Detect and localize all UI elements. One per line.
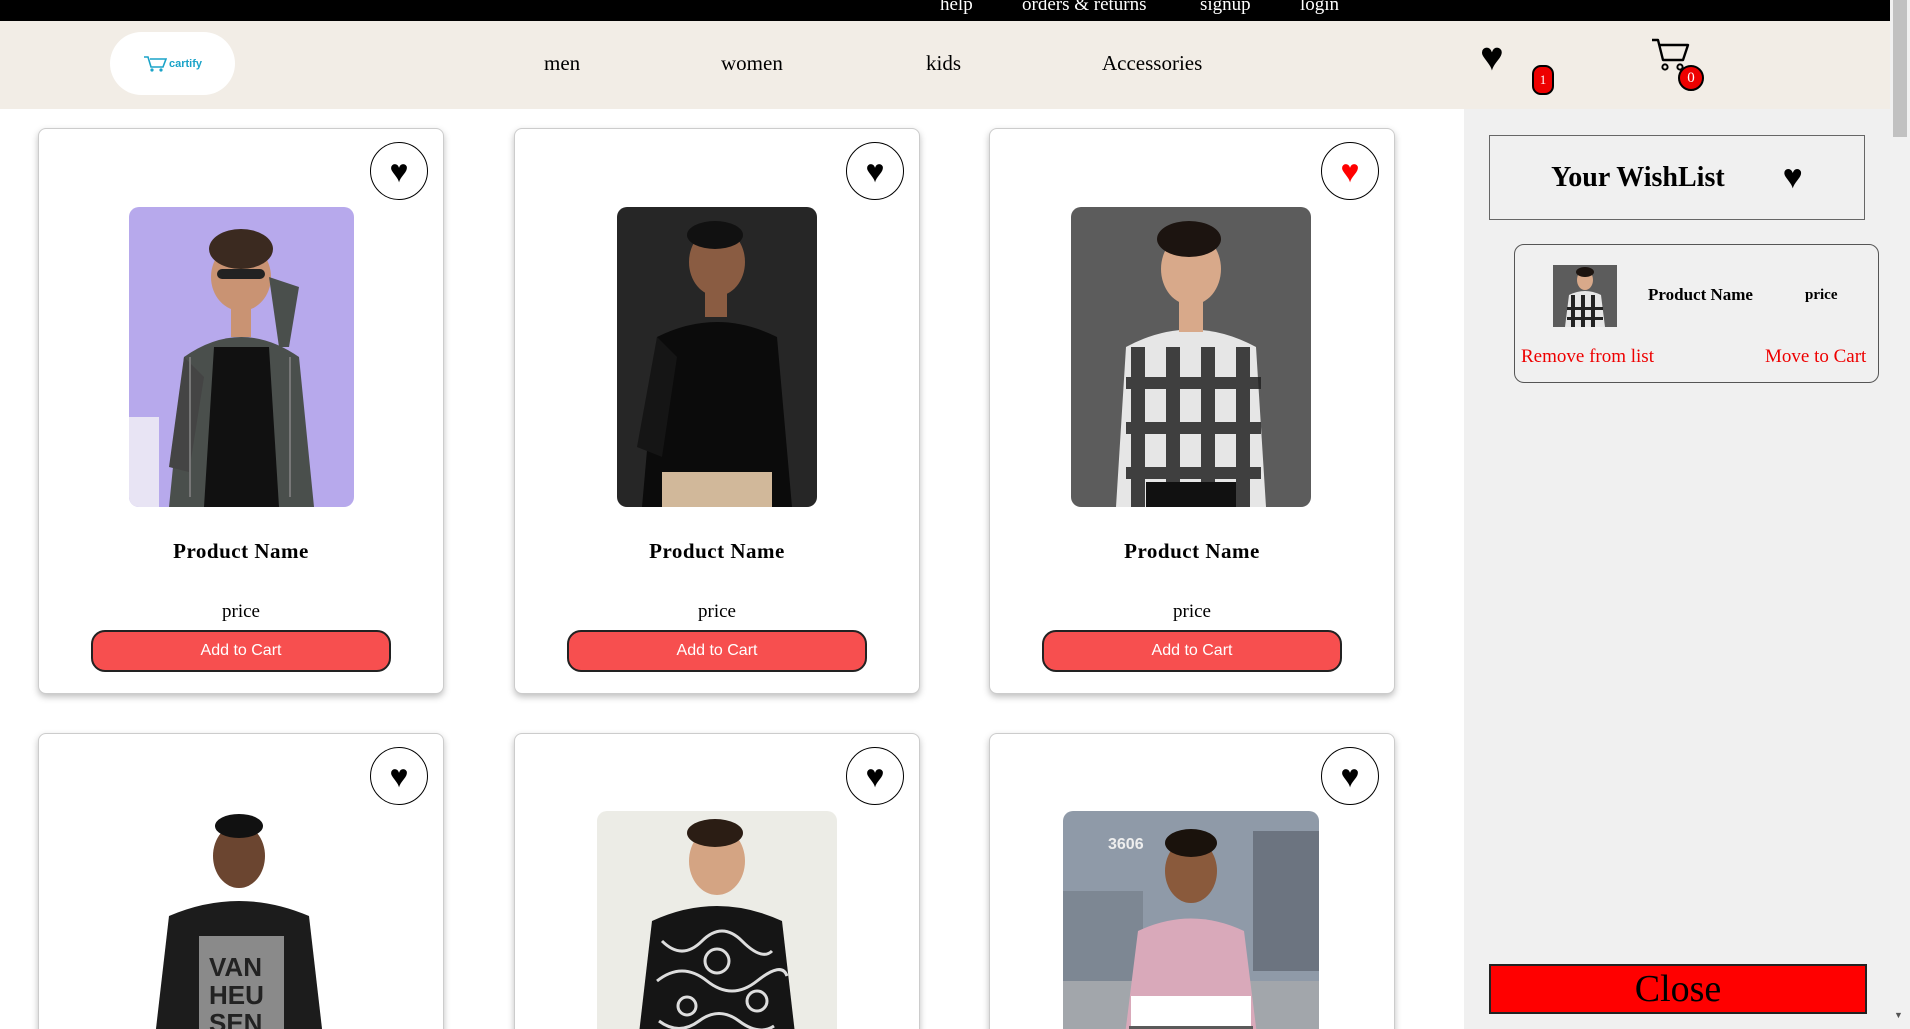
help-link[interactable]: help bbox=[940, 0, 973, 16]
wishlist-title: Your WishList bbox=[1551, 161, 1725, 193]
nav-accessories[interactable]: Accessories bbox=[1102, 51, 1202, 76]
product-image[interactable] bbox=[1071, 207, 1311, 507]
product-image[interactable] bbox=[597, 811, 837, 1029]
product-image[interactable] bbox=[129, 207, 354, 507]
product-price: price bbox=[222, 601, 260, 622]
wishlist-item-price: price bbox=[1805, 287, 1838, 303]
product-card: ♥ Product Name price Add to Cart bbox=[989, 128, 1395, 694]
product-image[interactable] bbox=[617, 207, 817, 507]
logo-text: cartify bbox=[168, 57, 203, 70]
add-to-cart-button[interactable]: Add to Cart bbox=[567, 630, 867, 672]
product-name: Product Name bbox=[649, 539, 785, 563]
svg-text:VAN: VAN bbox=[209, 952, 262, 982]
product-card: ♥ Product Name price Add to Cart bbox=[514, 128, 920, 694]
favorite-heart-icon[interactable]: ♥ bbox=[846, 142, 904, 200]
move-to-cart-link[interactable]: Move to Cart bbox=[1765, 346, 1866, 368]
orders-returns-link[interactable]: orders & returns bbox=[1022, 0, 1147, 16]
remove-from-list-link[interactable]: Remove from list bbox=[1521, 346, 1654, 368]
svg-text:HEU: HEU bbox=[209, 980, 264, 1010]
favorite-heart-icon[interactable]: ♥ bbox=[370, 747, 428, 805]
wishlist-item: Product Name price Remove from list Move… bbox=[1514, 244, 1879, 383]
product-name: Product Name bbox=[1124, 539, 1260, 563]
close-button[interactable]: Close bbox=[1489, 964, 1867, 1014]
nav-men[interactable]: men bbox=[544, 51, 580, 76]
favorite-heart-icon[interactable]: ♥ bbox=[1321, 747, 1379, 805]
svg-text:SEN: SEN bbox=[209, 1008, 262, 1029]
cart-count-badge: 0 bbox=[1678, 65, 1704, 91]
wishlist-item-image[interactable] bbox=[1553, 265, 1617, 327]
product-card: ♥ VAN HEU SEN bbox=[38, 733, 444, 1029]
product-image[interactable]: 3606 bbox=[1063, 811, 1319, 1029]
favorite-heart-icon[interactable]: ♥ bbox=[370, 142, 428, 200]
logo[interactable]: cartify bbox=[110, 32, 235, 95]
product-card: ♥ 3606 bbox=[989, 733, 1395, 1029]
nav-women[interactable]: women bbox=[721, 51, 783, 76]
login-link[interactable]: login bbox=[1300, 0, 1339, 16]
wishlist-heart-icon: ♥ bbox=[1782, 158, 1803, 196]
top-bar: help orders & returns signup login bbox=[0, 0, 1890, 21]
wishlist-count-badge: 1 bbox=[1532, 65, 1554, 95]
nav-kids[interactable]: kids bbox=[926, 51, 961, 76]
product-card: ♥ Product Name price Add to Cart bbox=[38, 128, 444, 694]
product-name: Product Name bbox=[173, 539, 309, 563]
product-price: price bbox=[698, 601, 736, 622]
product-card: ♥ bbox=[514, 733, 920, 1029]
scrollbar-thumb[interactable] bbox=[1893, 0, 1907, 137]
wishlist-heart-icon[interactable]: ♥ bbox=[1480, 37, 1504, 77]
wishlist-item-name: Product Name bbox=[1648, 285, 1753, 304]
favorite-heart-icon[interactable]: ♥ bbox=[1321, 142, 1379, 200]
scroll-down-arrow-icon[interactable]: ▼ bbox=[1894, 1010, 1903, 1020]
logo-cart-icon bbox=[143, 55, 167, 72]
add-to-cart-button[interactable]: Add to Cart bbox=[91, 630, 391, 672]
site-header: cartify men women kids Accessories ♥ 1 0 bbox=[0, 21, 1890, 109]
add-to-cart-button[interactable]: Add to Cart bbox=[1042, 630, 1342, 672]
product-price: price bbox=[1173, 601, 1211, 622]
wishlist-panel: Your WishList ♥ Product Name price Remov… bbox=[1464, 109, 1890, 1029]
favorite-heart-icon[interactable]: ♥ bbox=[846, 747, 904, 805]
product-image[interactable]: VAN HEU SEN bbox=[139, 806, 339, 1029]
svg-text:3606: 3606 bbox=[1108, 836, 1144, 853]
page-scrollbar[interactable]: ▼ bbox=[1890, 0, 1910, 1029]
signup-link[interactable]: signup bbox=[1200, 0, 1251, 16]
wishlist-header: Your WishList ♥ bbox=[1489, 135, 1865, 220]
